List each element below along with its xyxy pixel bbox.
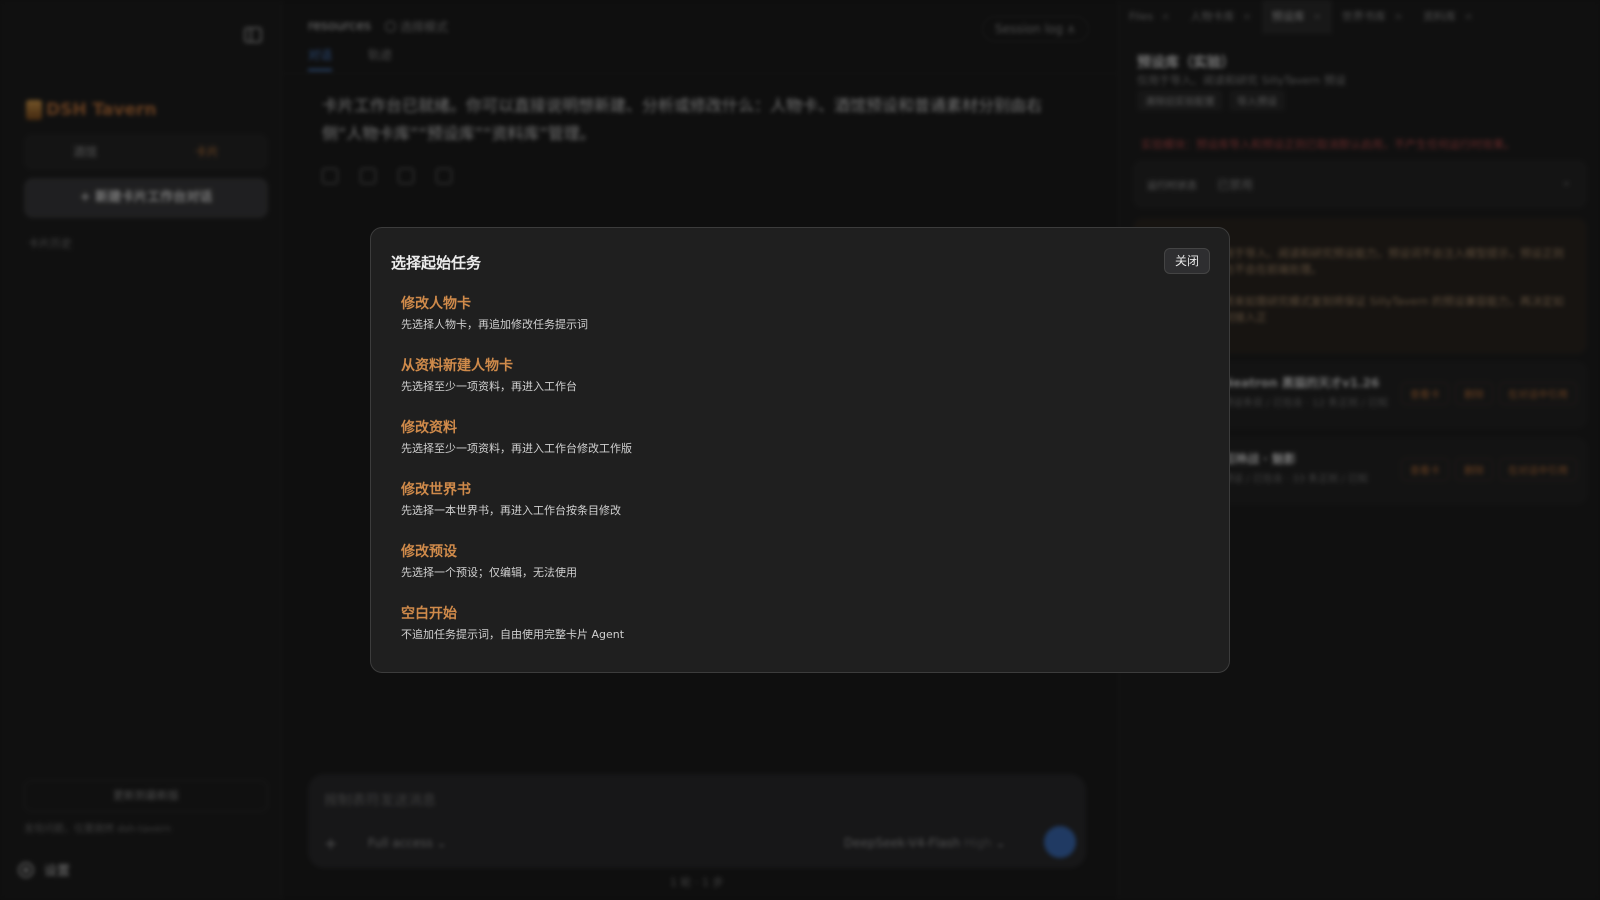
task-edit-worldbook[interactable]: 修改世界书 先选择一本世界书，再进入工作台按条目修改 — [401, 480, 1201, 542]
task-edit-resources[interactable]: 修改资料 先选择至少一项资料，再进入工作台修改工作版 — [401, 418, 1201, 480]
task-description: 先选择一本世界书，再进入工作台按条目修改 — [401, 504, 621, 517]
close-button[interactable]: 关闭 — [1164, 248, 1210, 274]
task-edit-character-card[interactable]: 修改人物卡 先选择人物卡，再追加修改任务提示词 — [401, 294, 1201, 356]
task-title: 空白开始 — [401, 606, 457, 622]
task-description: 先选择人物卡，再追加修改任务提示词 — [401, 318, 588, 331]
task-list: 修改人物卡 先选择人物卡，再追加修改任务提示词 从资料新建人物卡 先选择至少一项… — [401, 294, 1201, 666]
task-blank-start[interactable]: 空白开始 不追加任务提示词，自由使用完整卡片 Agent — [401, 604, 1201, 666]
task-new-card-from-resources[interactable]: 从资料新建人物卡 先选择至少一项资料，再进入工作台 — [401, 356, 1201, 418]
task-description: 先选择至少一项资料，再进入工作台修改工作版 — [401, 442, 632, 455]
task-title: 修改资料 — [401, 420, 457, 436]
task-description: 先选择至少一项资料，再进入工作台 — [401, 380, 577, 393]
start-task-dialog: 选择起始任务 关闭 修改人物卡 先选择人物卡，再追加修改任务提示词 从资料新建人… — [370, 227, 1230, 673]
task-description: 不追加任务提示词，自由使用完整卡片 Agent — [401, 628, 625, 641]
task-title: 修改人物卡 — [401, 296, 471, 312]
task-description: 先选择一个预设；仅编辑，无法使用 — [401, 566, 577, 579]
dialog-title: 选择起始任务 — [391, 254, 482, 272]
task-edit-preset[interactable]: 修改预设 先选择一个预设；仅编辑，无法使用 — [401, 542, 1201, 604]
task-title: 从资料新建人物卡 — [401, 358, 513, 374]
task-title: 修改预设 — [401, 544, 457, 560]
task-title: 修改世界书 — [401, 482, 471, 498]
